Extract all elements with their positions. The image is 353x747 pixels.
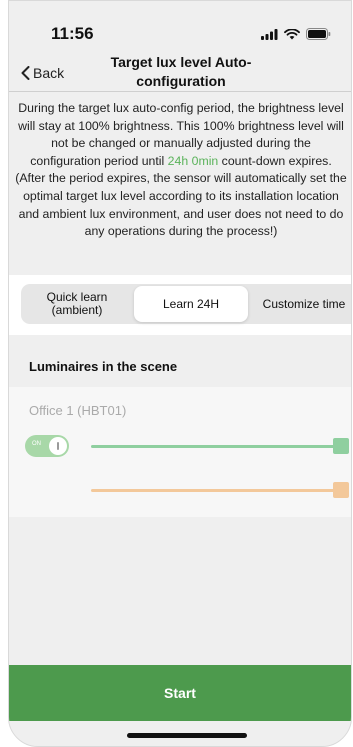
luminaire-power-toggle[interactable]: ON: [25, 435, 69, 457]
home-indicator-area: [9, 721, 351, 746]
phone-screen: 11:56 Back Target lux level Auto-configu…: [8, 0, 352, 747]
mode-segmented-control: Quick learn (ambient) Learn 24H Customiz…: [21, 284, 351, 324]
signal-icon: [261, 28, 278, 40]
back-label: Back: [33, 65, 65, 81]
color-temp-slider-track[interactable]: [91, 489, 349, 492]
toggle-on-label: ON: [32, 441, 41, 447]
brightness-slider-track[interactable]: [91, 445, 349, 448]
brightness-slider-handle[interactable]: [333, 438, 349, 454]
back-button[interactable]: Back: [21, 65, 64, 81]
countdown-value: 24h 0min: [167, 153, 219, 168]
wifi-icon: [284, 28, 300, 39]
toggle-knob: [49, 437, 67, 455]
battery-icon: [306, 28, 331, 40]
luminaires-section-header: Luminaires in the scene: [9, 351, 351, 387]
tab-customize-time[interactable]: Customize time: [251, 286, 351, 322]
start-button[interactable]: Start: [9, 665, 351, 721]
luminaire-item: Office 1 (HBT01) ON: [9, 387, 351, 517]
home-indicator: [127, 733, 247, 738]
section-spacer: [9, 335, 351, 351]
mode-tabs-area: Quick learn (ambient) Learn 24H Customiz…: [9, 275, 351, 335]
status-time: 11:56: [51, 24, 94, 43]
info-description: During the target lux auto-config period…: [15, 100, 347, 241]
tab-learn-24h[interactable]: Learn 24H: [134, 286, 248, 322]
navigation-bar: Back Target lux level Auto-configuration: [9, 47, 351, 92]
color-temp-slider-handle[interactable]: [333, 482, 349, 498]
tab-quick-learn[interactable]: Quick learn (ambient): [27, 286, 127, 322]
luminaires-section-title: Luminaires in the scene: [29, 359, 178, 374]
status-icons: [261, 28, 331, 40]
status-bar: 11:56: [9, 1, 351, 47]
chevron-left-icon: [21, 66, 30, 80]
luminaire-name: Office 1 (HBT01): [29, 403, 127, 418]
page-title: Target lux level Auto-configuration: [110, 54, 252, 89]
